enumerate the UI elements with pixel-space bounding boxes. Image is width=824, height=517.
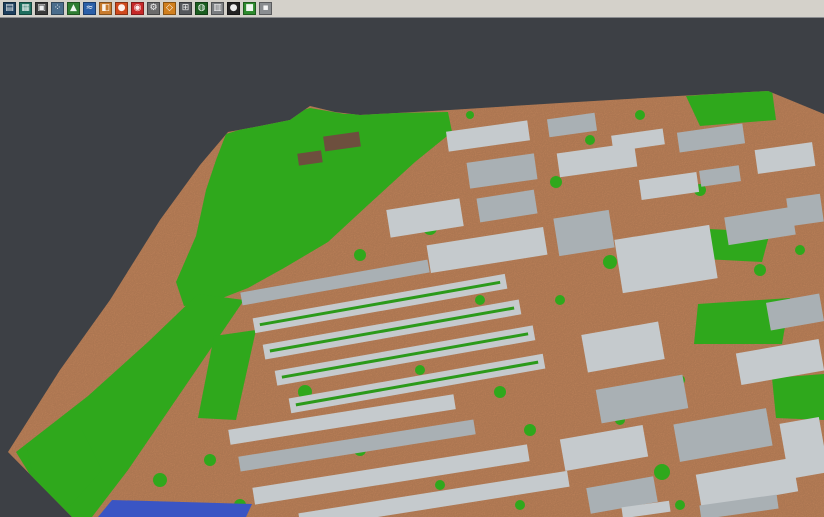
terrain-icon[interactable]: ▲ [67, 2, 80, 15]
measure-icon[interactable]: ◇ [163, 2, 176, 15]
profile-icon[interactable]: ▣ [35, 2, 48, 15]
add-data-icon[interactable]: ▦ [19, 2, 32, 15]
viewport-3d[interactable] [0, 18, 824, 517]
globe-icon[interactable]: ◍ [195, 2, 208, 15]
pointcloud-scene [0, 18, 824, 517]
grid-icon[interactable]: ⊞ [179, 2, 192, 15]
pointcloud-icon[interactable]: ⁘ [51, 2, 64, 15]
main-toolbar: ▤▦▣⁘▲≈◧●◉⚙◇⊞◍▥●■▪ [0, 0, 824, 18]
layers-icon[interactable]: ▤ [3, 2, 16, 15]
info-icon[interactable]: ▪ [259, 2, 272, 15]
water-icon[interactable]: ≈ [83, 2, 96, 15]
classify-icon[interactable]: ● [115, 2, 128, 15]
settings-icon[interactable]: ⚙ [147, 2, 160, 15]
palette-icon[interactable]: ◧ [99, 2, 112, 15]
record-icon[interactable]: ◉ [131, 2, 144, 15]
panel-icon[interactable]: ▥ [211, 2, 224, 15]
sphere-icon[interactable]: ● [227, 2, 240, 15]
vegetation-icon[interactable]: ■ [243, 2, 256, 15]
application-window: ▤▦▣⁘▲≈◧●◉⚙◇⊞◍▥●■▪ [0, 0, 824, 517]
